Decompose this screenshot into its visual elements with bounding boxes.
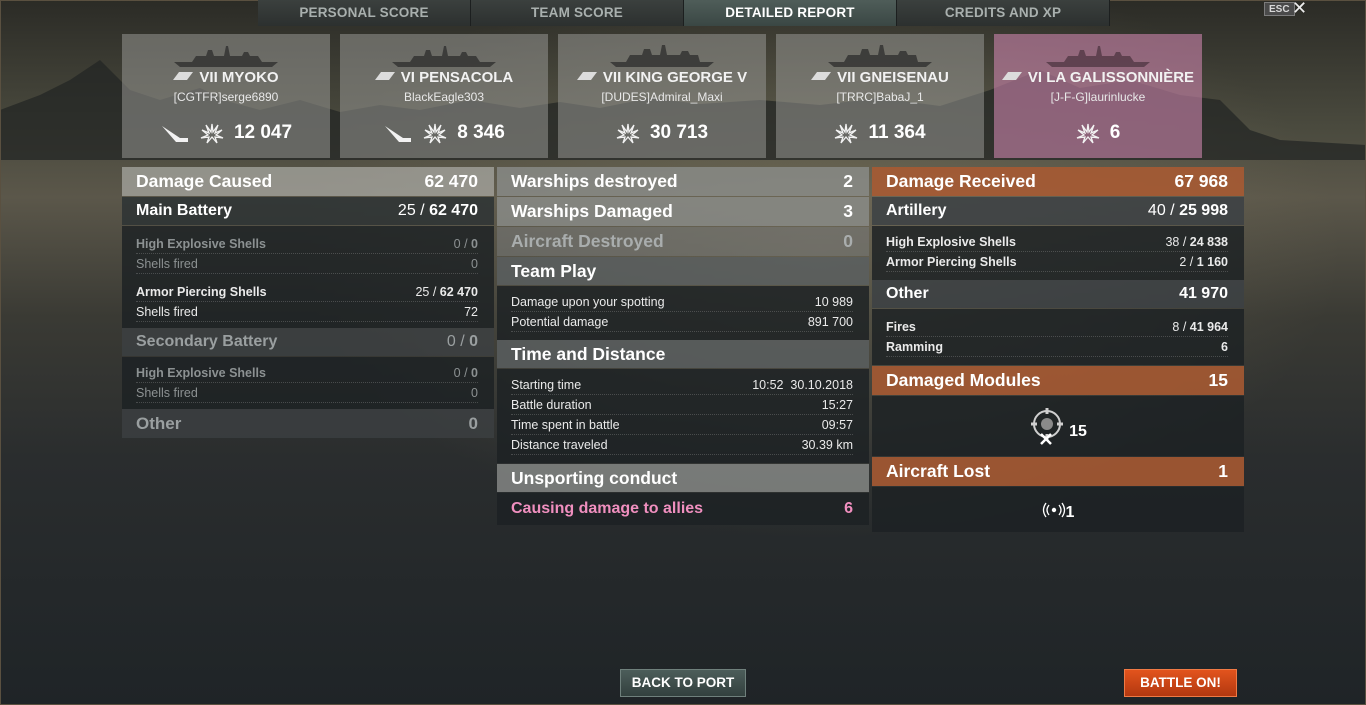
tab-team-score[interactable]: TEAM SCORE bbox=[471, 0, 684, 26]
ship-name: VII KING GEORGE V bbox=[558, 69, 766, 86]
artillery-details: High Explosive Shells 38 / 24 838 Armor … bbox=[872, 226, 1244, 280]
tab-detailed-report[interactable]: DETAILED REPORT bbox=[684, 0, 897, 26]
warships-damaged-row: Warships Damaged 3 bbox=[497, 197, 869, 226]
tab-bar: PERSONAL SCORE TEAM SCORE DETAILED REPOR… bbox=[258, 0, 1110, 26]
main-battery-header: Main Battery 25 / 62 470 bbox=[122, 197, 494, 225]
ship-silhouette-icon bbox=[392, 46, 496, 67]
damaged-modules-header: Damaged Modules 15 bbox=[872, 366, 1244, 395]
mb-he-fired-row: Shells fired 0 bbox=[136, 254, 478, 274]
ally-damage-row: Causing damage to allies 6 bbox=[497, 493, 869, 525]
player-name: [CGTFR]serge6890 bbox=[173, 90, 279, 104]
fires-row: Fires 8 / 41 964 bbox=[886, 317, 1228, 337]
aircraft-destroyed-row: Aircraft Destroyed 0 bbox=[497, 227, 869, 256]
ship-card[interactable]: VII MYOKO [CGTFR]serge6890 12 047 bbox=[122, 34, 330, 158]
ship-name: VI LA GALISSONNIÈRE bbox=[994, 69, 1202, 86]
close-icon[interactable]: ✕ bbox=[1292, 0, 1307, 18]
sec-he-fired-row: Shells fired 0 bbox=[136, 383, 478, 403]
ship-stats: 30 713 bbox=[558, 120, 766, 146]
sunk-ship-icon bbox=[385, 126, 412, 142]
sec-he-row: High Explosive Shells 0 / 0 bbox=[136, 363, 478, 383]
cruiser-class-icon bbox=[173, 72, 194, 80]
ship-stats: 11 364 bbox=[776, 120, 984, 146]
tab-credits-and-xp[interactable]: CREDITS AND XP bbox=[897, 0, 1110, 26]
cruiser-class-icon bbox=[1001, 72, 1022, 80]
ship-silhouette-icon bbox=[610, 45, 714, 67]
time-in-battle-row: Time spent in battle 09:57 bbox=[511, 415, 853, 435]
ship-stats: 8 346 bbox=[340, 120, 548, 146]
battle-on-button[interactable]: BATTLE ON! bbox=[1124, 669, 1237, 697]
battleship-class-icon bbox=[811, 72, 832, 80]
time-distance-details: Starting time 10:52 30.10.2018 Battle du… bbox=[497, 369, 869, 463]
ramming-row: Ramming 6 bbox=[886, 337, 1228, 357]
damage-burst-icon bbox=[616, 123, 640, 144]
mb-ap-fired-row: Shells fired 72 bbox=[136, 302, 478, 322]
starting-time-row: Starting time 10:52 30.10.2018 bbox=[511, 375, 853, 395]
ship-card[interactable]: VI PENSACOLA BlackEagle303 8 346 bbox=[340, 34, 548, 158]
spotting-damage-row: Damage upon your spotting 10 989 bbox=[511, 292, 853, 312]
player-name: BlackEagle303 bbox=[403, 90, 485, 104]
secondary-battery-details: High Explosive Shells 0 / 0 Shells fired… bbox=[122, 357, 494, 409]
ship-stats: 12 047 bbox=[122, 120, 330, 146]
damage-caused-panel: Damage Caused 62 470 Main Battery 25 / 6… bbox=[122, 167, 494, 439]
ship-silhouette-icon bbox=[174, 46, 278, 67]
aircraft-lost-header: Aircraft Lost 1 bbox=[872, 457, 1244, 486]
damaged-modules-block: 15 bbox=[872, 396, 1244, 456]
secondary-battery-header: Secondary Battery 0 / 0 bbox=[122, 328, 494, 356]
damage-caused-header: Damage Caused 62 470 bbox=[122, 167, 494, 196]
battle-duration-row: Battle duration 15:27 bbox=[511, 395, 853, 415]
ribbons-panel: Warships destroyed 2 Warships Damaged 3 … bbox=[497, 167, 869, 525]
player-name: [DUDES]Admiral_Maxi bbox=[601, 90, 723, 104]
team-play-header: Team Play bbox=[497, 257, 869, 285]
damage-value: 6 bbox=[1109, 122, 1121, 143]
cruiser-class-icon bbox=[374, 72, 395, 80]
player-name: [TRRC]BabaJ_1 bbox=[836, 90, 924, 104]
aircraft-lost-count: 1 bbox=[1065, 503, 1075, 521]
distance-traveled-row: Distance traveled 30.39 km bbox=[511, 435, 853, 455]
damage-value: 11 364 bbox=[868, 122, 926, 143]
damage-burst-icon bbox=[1076, 123, 1099, 144]
aircraft-lost-block: 1 bbox=[872, 487, 1244, 532]
damage-burst-icon bbox=[423, 123, 447, 144]
battleship-class-icon bbox=[576, 72, 597, 80]
mb-he-row: High Explosive Shells 0 / 0 bbox=[136, 234, 478, 254]
ship-name: VII GNEISENAU bbox=[776, 69, 984, 86]
aircraft-signal-icon bbox=[1042, 502, 1065, 517]
mb-ap-row: Armor Piercing Shells 25 / 62 470 bbox=[136, 282, 478, 302]
damaged-module-icon bbox=[1031, 408, 1064, 445]
team-play-details: Damage upon your spotting 10 989 Potenti… bbox=[497, 286, 869, 340]
received-he-row: High Explosive Shells 38 / 24 838 bbox=[886, 232, 1228, 252]
damaged-modules-count: 15 bbox=[1069, 423, 1087, 440]
other-received-details: Fires 8 / 41 964 Ramming 6 bbox=[872, 309, 1244, 365]
ship-silhouette-icon bbox=[1046, 46, 1150, 67]
ship-card[interactable]: VII KING GEORGE V [DUDES]Admiral_Maxi 30… bbox=[558, 34, 766, 158]
artillery-header: Artillery 40 / 25 998 bbox=[872, 197, 1244, 225]
tab-personal-score[interactable]: PERSONAL SCORE bbox=[258, 0, 471, 26]
damage-value: 30 713 bbox=[649, 122, 709, 143]
ship-card[interactable]: VII GNEISENAU [TRRC]BabaJ_1 11 364 bbox=[776, 34, 984, 158]
time-distance-header: Time and Distance bbox=[497, 340, 869, 368]
other-damage-header: Other 0 bbox=[122, 409, 494, 438]
ship-card-ally[interactable]: VI LA GALISSONNIÈRE [J-F-G]laurinlucke 6 bbox=[994, 34, 1202, 158]
main-battery-details: High Explosive Shells 0 / 0 Shells fired… bbox=[122, 226, 494, 328]
damage-value: 12 047 bbox=[233, 122, 293, 143]
potential-damage-row: Potential damage 891 700 bbox=[511, 312, 853, 332]
other-received-header: Other 41 970 bbox=[872, 280, 1244, 308]
unsporting-conduct-header: Unsporting conduct bbox=[497, 464, 869, 492]
ship-name: VI PENSACOLA bbox=[340, 69, 548, 86]
damage-caused-value: 62 470 bbox=[424, 171, 478, 191]
damage-value: 8 346 bbox=[457, 122, 505, 143]
damage-burst-icon bbox=[200, 123, 224, 144]
ship-silhouette-icon bbox=[828, 45, 932, 67]
ship-stats: 6 bbox=[994, 120, 1202, 146]
received-ap-row: Armor Piercing Shells 2 / 1 160 bbox=[886, 252, 1228, 272]
ship-name: VII MYOKO bbox=[122, 69, 330, 86]
sunk-ship-icon bbox=[161, 126, 188, 142]
damage-received-header: Damage Received 67 968 bbox=[872, 167, 1244, 196]
damage-received-panel: Damage Received 67 968 Artillery 40 / 25… bbox=[872, 167, 1244, 532]
damage-burst-icon bbox=[835, 123, 858, 144]
player-name: [J-F-G]laurinlucke bbox=[1050, 90, 1146, 104]
esc-key-hint: ESC bbox=[1264, 2, 1295, 16]
warships-destroyed-row: Warships destroyed 2 bbox=[497, 167, 869, 196]
back-to-port-button[interactable]: BACK TO PORT bbox=[620, 669, 746, 697]
